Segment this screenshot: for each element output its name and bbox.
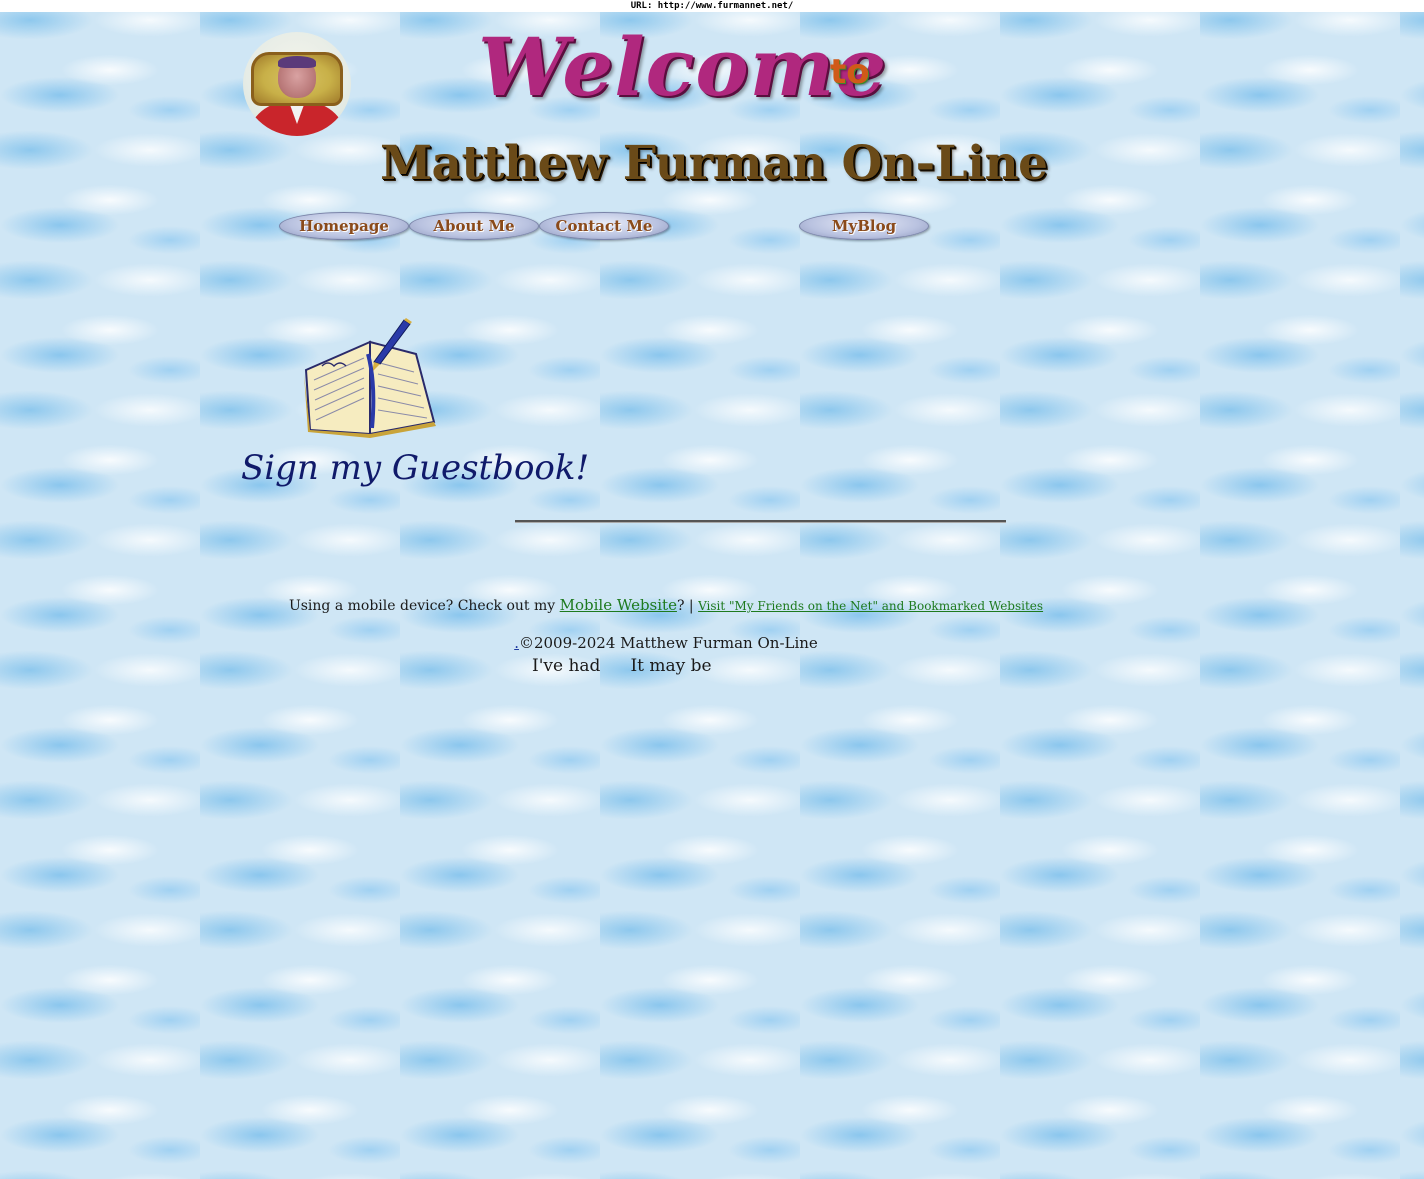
nav-about-button[interactable]: About Me	[409, 212, 539, 240]
mobile-suffix-text: ? |	[676, 598, 699, 614]
copyright-line: .©2009-2024 Matthew Furman On-Line	[0, 632, 1332, 654]
profile-photo	[243, 32, 351, 136]
welcome-heading: Welcome	[478, 20, 888, 114]
guestbook-book-icon[interactable]	[300, 314, 440, 438]
url-banner: URL: http://www.furmannet.net/	[0, 0, 1424, 12]
guestbook-link[interactable]: Sign my Guestbook!	[241, 446, 589, 490]
nav-contact-button[interactable]: Contact Me	[539, 212, 669, 240]
mobile-website-link[interactable]: Mobile Website	[560, 596, 677, 614]
site-title: Matthew Furman On-Line	[380, 136, 1048, 191]
welcome-to-word: to	[830, 52, 870, 92]
counter-right-text: It may be	[630, 656, 712, 676]
mobile-prefix-text: Using a mobile device? Check out my	[288, 598, 560, 614]
visitor-counter: I've had It may be	[532, 654, 712, 678]
counter-left-text: I've had	[532, 656, 601, 676]
friends-websites-link[interactable]: Visit "My Friends on the Net" and Bookma…	[698, 599, 1043, 613]
divider	[515, 520, 1006, 523]
nav-homepage-button[interactable]: Homepage	[279, 212, 409, 240]
mobile-notice: Using a mobile device? Check out my Mobi…	[0, 594, 1332, 617]
copyright-text: ©2009-2024 Matthew Furman On-Line	[518, 634, 818, 652]
photo-hair	[278, 56, 316, 68]
nav-blog-button[interactable]: MyBlog	[799, 212, 929, 240]
